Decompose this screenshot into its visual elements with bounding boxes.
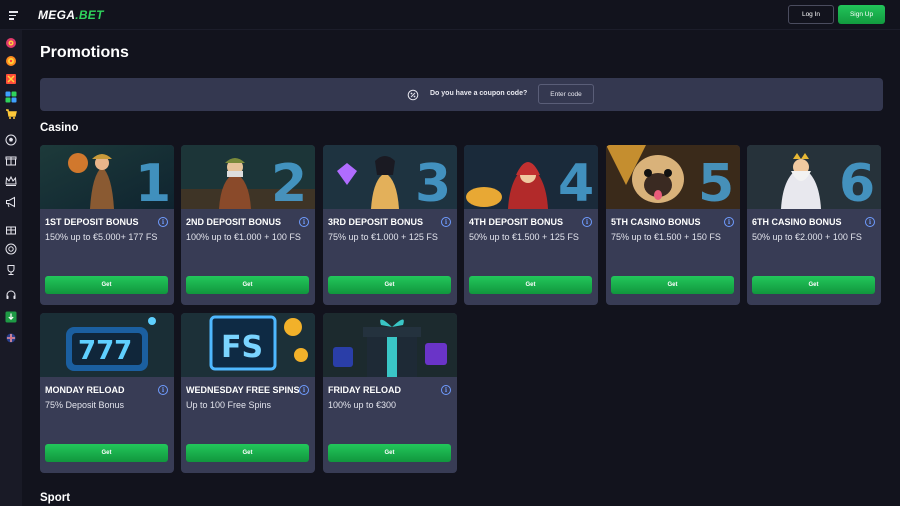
brand-logo[interactable]: MEGA.BET	[38, 8, 104, 22]
signup-button[interactable]: Sign Up	[838, 5, 885, 24]
coupon-icon	[407, 88, 419, 101]
miner-art-image: 2	[181, 145, 315, 209]
cleopatra-art-image: 3	[323, 145, 457, 209]
card-title: 6TH CASINO BONUS	[752, 217, 842, 227]
promo-card: 3 3RD DEPOSIT BONUS i 75% up to €1.000 +…	[323, 145, 457, 305]
info-icon[interactable]: i	[582, 217, 592, 227]
info-icon[interactable]: i	[299, 385, 309, 395]
page-title: Promotions	[40, 44, 129, 61]
get-button[interactable]: Get	[186, 276, 309, 294]
roulette-icon[interactable]	[5, 37, 17, 49]
card-description: 75% up to €1.000 + 125 FS	[328, 232, 438, 242]
info-icon[interactable]: i	[299, 217, 309, 227]
promo-card: FRIDAY RELOAD i 100% up to €300 Get	[323, 313, 457, 473]
sidebar	[0, 30, 22, 506]
crown-icon[interactable]	[5, 175, 17, 187]
enter-code-button[interactable]: Enter code	[538, 84, 594, 104]
sorceress-art-image: 4	[464, 145, 598, 209]
casino-section-title: Casino	[40, 122, 79, 134]
soccer-ball-icon[interactable]	[5, 134, 17, 146]
get-button[interactable]: Get	[752, 276, 875, 294]
card-title: 3RD DEPOSIT BONUS	[328, 217, 424, 227]
card-title: FRIDAY RELOAD	[328, 385, 402, 395]
card-description: 75% Deposit Bonus	[45, 400, 125, 410]
fs-sign-art-image: FS	[181, 313, 315, 377]
card-description: 100% up to €300	[328, 400, 397, 410]
flag-uk-icon[interactable]	[5, 332, 17, 344]
promo-card: 6 6TH CASINO BONUS i 50% up to €2.000 + …	[747, 145, 881, 305]
promo-card: 5 5TH CASINO BONUS i 75% up to €1.500 + …	[606, 145, 740, 305]
top-bar: MEGA.BET Log In Sign Up	[0, 0, 900, 30]
card-description: Up to 100 Free Spins	[186, 400, 272, 410]
art-slot-text: 777	[78, 336, 132, 366]
info-icon[interactable]: i	[158, 385, 168, 395]
promo-card: 1 1ST DEPOSIT BONUS i 150% up to €5.000+…	[40, 145, 174, 305]
card-title: MONDAY RELOAD	[45, 385, 125, 395]
card-description: 75% up to €1.500 + 150 FS	[611, 232, 721, 242]
get-button[interactable]: Get	[186, 444, 309, 462]
adventurer-art-image: 1	[40, 145, 174, 209]
giftbox-icon[interactable]	[5, 223, 17, 235]
card-description: 50% up to €1.500 + 125 FS	[469, 232, 579, 242]
card-title: 2ND DEPOSIT BONUS	[186, 217, 282, 227]
promo-card: 4 4TH DEPOSIT BONUS i 50% up to €1.500 +…	[464, 145, 598, 305]
info-icon[interactable]: i	[865, 217, 875, 227]
headset-icon[interactable]	[5, 289, 17, 301]
trophy-icon[interactable]	[5, 264, 17, 276]
slot-777-art-image: 777	[40, 313, 174, 377]
coupon-question: Do you have a coupon code?	[430, 90, 528, 97]
get-button[interactable]: Get	[45, 444, 168, 462]
card-title: 4TH DEPOSIT BONUS	[469, 217, 564, 227]
info-icon[interactable]: i	[158, 217, 168, 227]
coupon-bar: Do you have a coupon code? Enter code	[40, 78, 883, 111]
menu-icon[interactable]	[9, 11, 18, 20]
sport-section-title: Sport	[40, 492, 71, 504]
art-number: 3	[415, 154, 451, 209]
target-icon[interactable]	[5, 55, 17, 67]
get-button[interactable]: Get	[469, 276, 592, 294]
art-fs-text: FS	[221, 330, 263, 365]
gift-icon[interactable]	[5, 154, 17, 166]
art-number: 2	[271, 154, 307, 209]
card-description: 150% up to €5.000+ 177 FS	[45, 232, 158, 242]
promo-card: 2 2ND DEPOSIT BONUS i 100% up to €1.000 …	[181, 145, 315, 305]
card-description: 100% up to €1.000 + 100 FS	[186, 232, 301, 242]
apps-icon[interactable]	[5, 91, 17, 103]
get-button[interactable]: Get	[45, 276, 168, 294]
info-icon[interactable]: i	[441, 217, 451, 227]
get-button[interactable]: Get	[328, 276, 451, 294]
art-number: 1	[135, 154, 171, 209]
card-title: WEDNESDAY FREE SPINS	[186, 385, 300, 395]
promo-card: 777 MONDAY RELOAD i 75% Deposit Bonus Ge…	[40, 313, 174, 473]
art-number: 4	[558, 154, 594, 209]
get-button[interactable]: Get	[328, 444, 451, 462]
info-icon[interactable]: i	[441, 385, 451, 395]
zeus-art-image: 6	[747, 145, 881, 209]
login-button[interactable]: Log In	[788, 5, 834, 24]
get-button[interactable]: Get	[611, 276, 734, 294]
card-description: 50% up to €2.000 + 100 FS	[752, 232, 862, 242]
download-icon[interactable]	[5, 311, 17, 323]
logo-main: MEGA	[38, 8, 76, 22]
art-number: 5	[698, 154, 734, 209]
card-title: 5TH CASINO BONUS	[611, 217, 701, 227]
card-title: 1ST DEPOSIT BONUS	[45, 217, 139, 227]
promo-card: FS WEDNESDAY FREE SPINS i Up to 100 Free…	[181, 313, 315, 473]
lifebuoy-icon[interactable]	[5, 243, 17, 255]
info-icon[interactable]: i	[724, 217, 734, 227]
cart-icon[interactable]	[5, 108, 17, 120]
flag-icon[interactable]	[5, 73, 17, 85]
gift-box-art-image	[323, 313, 457, 377]
art-number: 6	[839, 154, 875, 209]
pug-art-image: 5	[606, 145, 740, 209]
logo-accent: .BET	[75, 8, 104, 22]
megaphone-icon[interactable]	[5, 196, 17, 208]
